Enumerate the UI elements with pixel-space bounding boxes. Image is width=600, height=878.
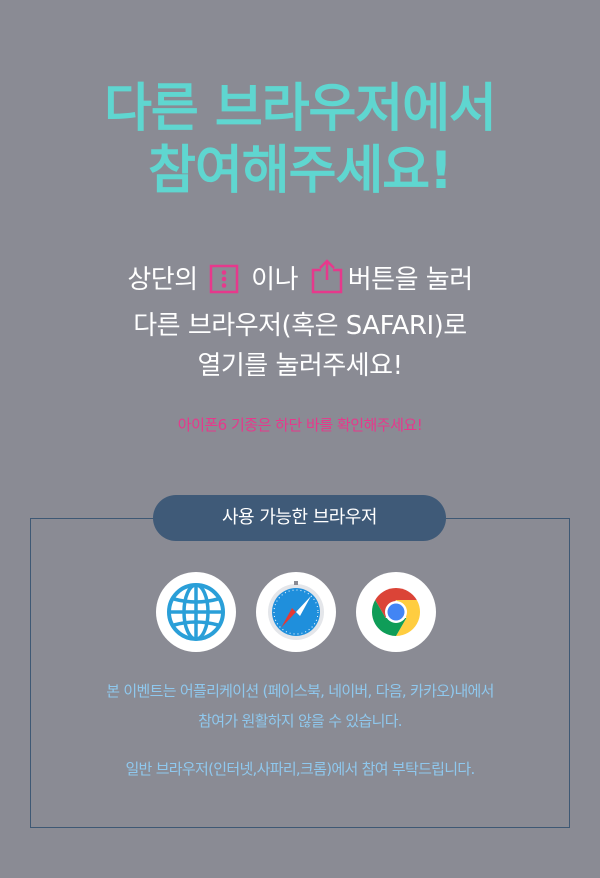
page-title: 다른 브라우저에서 참여해주세요!: [0, 78, 600, 202]
title-line-2: 참여해주세요!: [148, 141, 453, 201]
instruction-text-or: 이나: [251, 265, 298, 295]
notice-line-1: 본 이벤트는 어플리케이션 (페이스북, 네이버, 다음, 카카오)내에서: [106, 682, 494, 700]
instruction-line-2: 다른 브라우저(혹은 SAFARI)로: [133, 311, 467, 341]
share-icon: [310, 258, 344, 306]
instruction-text-press: 버튼을 눌러: [347, 265, 473, 295]
instruction-line-3: 열기를 눌러주세요!: [197, 351, 403, 381]
more-menu-icon: [209, 264, 239, 306]
instruction-text-top: 상단의: [127, 265, 198, 295]
instruction-line-1: 상단의 이나 버튼을 눌러: [0, 258, 600, 306]
chrome-icon: [356, 572, 436, 652]
title-line-1: 다른 브라우저에서: [104, 79, 497, 139]
browser-request-notice: 일반 브라우저(인터넷,사파리,크롬)에서 참여 부탁드립니다.: [125, 760, 475, 778]
app-limitation-notice: 본 이벤트는 어플리케이션 (페이스북, 네이버, 다음, 카카오)내에서 참여…: [0, 676, 600, 736]
instructions: 상단의 이나 버튼을 눌러 다른 브라우저(혹은 SAFARI)로 열기를 눌러…: [0, 258, 600, 386]
notice-line-2: 참여가 원활하지 않을 수 있습니다.: [198, 712, 402, 730]
browser-icons: [0, 572, 600, 652]
safari-icon: [256, 572, 336, 652]
iphone-note: 아이폰6 기종은 하단 바를 확인해주세요!: [177, 416, 423, 434]
available-browsers-badge: 사용 가능한 브라우저: [153, 495, 446, 541]
globe-icon: [156, 572, 236, 652]
